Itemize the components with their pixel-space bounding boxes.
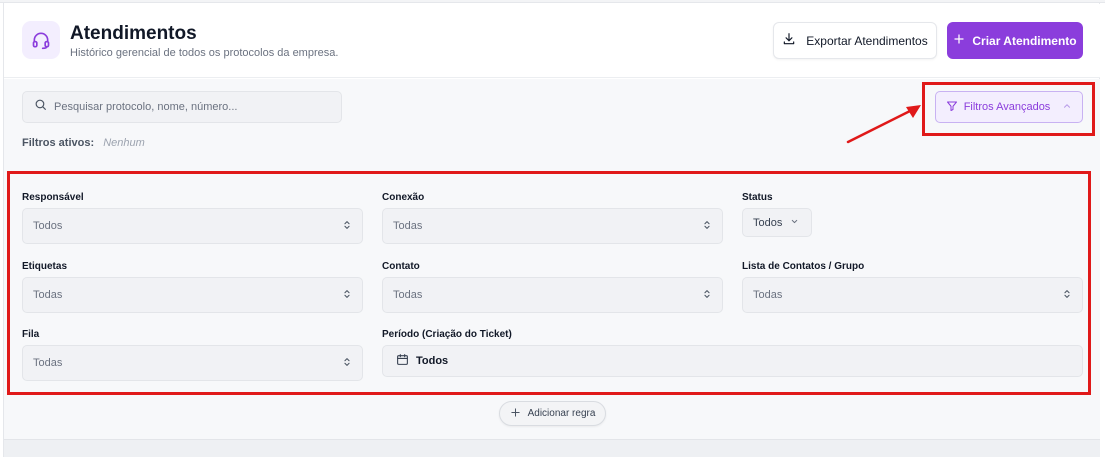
chevron-updown-icon [702,219,712,234]
contato-value: Todas [393,289,423,301]
periodo-value: Todos [416,355,449,367]
add-rule-button[interactable]: Adicionar regra [499,401,606,426]
bottom-strip [4,439,1100,457]
filters-area: Filtros ativos: Nenhum Filtros Avançados… [4,79,1100,439]
create-ticket-button[interactable]: Criar Atendimento [947,22,1083,59]
status-label: Status [742,192,773,203]
conexao-label: Conexão [382,192,425,203]
periodo-picker[interactable]: Todos [382,345,1083,377]
chevron-updown-icon [342,356,352,371]
export-button[interactable]: Exportar Atendimentos [773,22,937,59]
status-value: Todos [753,216,783,229]
lista-contatos-label: Lista de Contatos / Grupo [742,261,865,272]
contato-select[interactable]: Todas [382,277,723,313]
annotation-arrow-icon [846,105,921,144]
add-rule-label: Adicionar regra [527,408,596,419]
search-input[interactable] [54,101,334,113]
create-ticket-label: Criar Atendimento [972,33,1077,48]
page-subtitle: Histórico gerencial de todos os protocol… [70,47,339,59]
etiquetas-value: Todas [33,289,63,301]
plus-icon [953,33,965,48]
advanced-filters-panel: Responsável Todos Conexão Todas Status T… [7,171,1091,395]
contato-label: Contato [382,261,420,272]
search-icon [34,98,47,116]
headset-icon [22,21,60,59]
export-button-label: Exportar Atendimentos [806,33,928,48]
chevron-updown-icon [1062,288,1072,303]
chevron-up-icon [1062,101,1072,114]
page-title: Atendimentos [70,23,197,44]
active-filters-value: Nenhum [103,137,145,149]
etiquetas-label: Etiquetas [22,261,68,272]
chevron-updown-icon [342,288,352,303]
active-filters-label: Filtros ativos: [22,137,95,149]
lista-contatos-value: Todas [753,289,783,301]
filter-icon [946,100,958,115]
active-filters: Filtros ativos: Nenhum [22,137,145,149]
fila-label: Fila [22,329,40,340]
responsavel-select[interactable]: Todos [22,208,363,244]
chevron-updown-icon [702,288,712,303]
advanced-filters-label: Filtros Avançados [963,101,1051,113]
chevron-down-icon [790,217,799,229]
conexao-value: Todas [393,220,423,232]
fila-select[interactable]: Todas [22,345,363,381]
plus-icon [510,407,521,421]
fila-value: Todas [33,357,63,369]
status-select[interactable]: Todos [742,208,812,237]
responsavel-value: Todos [33,220,63,232]
advanced-filters-button[interactable]: Filtros Avançados [935,91,1083,123]
conexao-select[interactable]: Todas [382,208,723,244]
lista-contatos-select[interactable]: Todas [742,277,1083,313]
calendar-icon [396,353,409,369]
download-icon [782,32,796,49]
chevron-updown-icon [342,219,352,234]
periodo-label: Período (Criação do Ticket) [382,329,512,340]
responsavel-label: Responsável [22,192,84,203]
etiquetas-select[interactable]: Todas [22,277,363,313]
page-header: Atendimentos Histórico gerencial de todo… [4,4,1100,78]
search-box[interactable] [22,91,342,123]
